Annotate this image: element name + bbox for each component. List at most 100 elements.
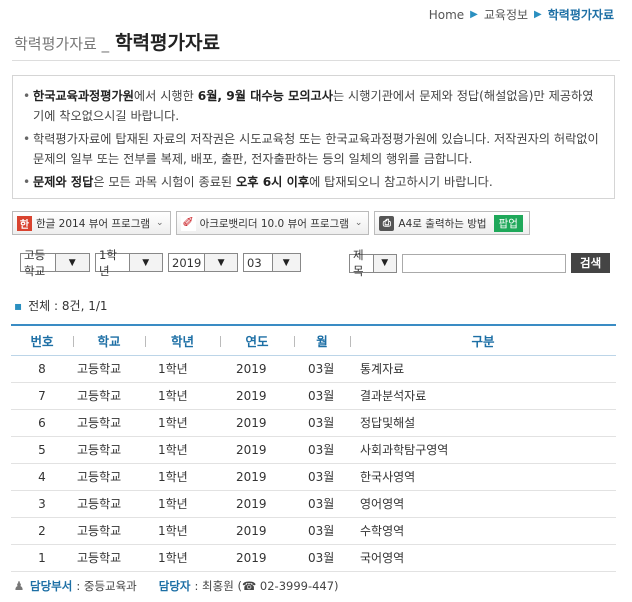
row-category-link[interactable]: 한국사영역 [350, 463, 616, 491]
pdf-viewer-button[interactable]: ✐ 아크로뱃리더 10.0 뷰어 프로그램 ⌄ [175, 211, 370, 235]
notice-item: 학력평가자료에 탑재된 자료의 저작권은 시도교육청 또는 한국교육과정평가원에… [23, 129, 602, 169]
chevron-down-icon: ⌄ [354, 218, 363, 228]
chevron-down-icon: ▼ [372, 254, 396, 272]
row-category-link[interactable]: 결과분석자료 [350, 382, 616, 410]
row-category-link[interactable]: 영어영역 [350, 490, 616, 518]
table-row[interactable]: 4 고등학교 1학년 2019 03월 한국사영역 [11, 463, 616, 491]
dept-value: : 중등교육과 [76, 579, 137, 593]
table-cell: 2019 [220, 409, 294, 437]
contact-info: ♟ 담당부서 : 중등교육과 담당자 : 최홍원 (☎ 02-3999-447) [12, 578, 339, 594]
chevron-down-icon: ▼ [128, 254, 162, 271]
row-category-link[interactable]: 수학영역 [350, 517, 616, 545]
table-cell: 고등학교 [73, 382, 145, 410]
table-cell: 03월 [294, 382, 350, 410]
column-header: 구분 [350, 324, 616, 356]
person-value: : 최홍원 (☎ 02-3999-447) [194, 579, 339, 593]
column-header: 학교 [73, 324, 145, 356]
table-row[interactable]: 3 고등학교 1학년 2019 03월 영어영역 [11, 490, 616, 518]
breadcrumb-level1[interactable]: 교육정보 [484, 6, 528, 23]
hwp-viewer-button[interactable]: 한 한글 2014 뷰어 프로그램 ⌄ [12, 211, 171, 235]
table-cell: 2019 [220, 490, 294, 518]
page-title-row: 학력평가자료 _ 학력평가자료 [14, 28, 220, 55]
hwp-icon: 한 [17, 215, 32, 231]
results-table: 번호 학교 학년 연도 월 구분 8 고등학교 1학년 2019 03월 통계자료 7 고등학… [11, 324, 616, 572]
person-icon: ♟ [13, 579, 25, 593]
table-cell: 2019 [220, 544, 294, 572]
table-row[interactable]: 8 고등학교 1학년 2019 03월 통계자료 [11, 355, 616, 383]
table-cell: 03월 [294, 463, 350, 491]
search-button[interactable]: 검색 [571, 253, 611, 273]
table-cell: 3 [11, 490, 73, 518]
table-cell: 1학년 [145, 544, 220, 572]
school-select[interactable]: 고등학교 ▼ [20, 248, 90, 278]
breadcrumb: Home ▶ 교육정보 ▶ 학력평가자료 [429, 6, 614, 23]
chevron-down-icon: ⌄ [156, 218, 164, 228]
column-header: 월 [294, 324, 350, 356]
search-field-select[interactable]: 제목 ▼ [349, 248, 397, 278]
table-cell: 1학년 [145, 409, 220, 437]
person-label: 담당자 [158, 579, 191, 593]
notice-box: 한국교육과정평가원에서 시행한 6월, 9월 대수능 모의고사는 시행기관에서 … [12, 75, 615, 199]
table-cell: 03월 [294, 409, 350, 437]
printer-icon: ⎙ [379, 215, 395, 231]
row-category-link[interactable]: 국어영역 [350, 544, 616, 572]
row-category-link[interactable]: 사회과학탐구영역 [350, 436, 616, 464]
chevron-right-icon: ▶ [470, 9, 478, 20]
table-row[interactable]: 6 고등학교 1학년 2019 03월 정답및해설 [11, 409, 616, 437]
table-cell: 고등학교 [73, 517, 145, 545]
year-select[interactable]: 2019 ▼ [168, 253, 238, 272]
filter-bar: 고등학교 ▼ 1학년 ▼ 2019 ▼ 03 ▼ [20, 248, 306, 278]
table-cell: 03월 [294, 490, 350, 518]
table-cell: 1학년 [145, 517, 220, 545]
table-cell: 1학년 [145, 382, 220, 410]
table-cell: 2019 [220, 355, 294, 383]
table-row[interactable]: 5 고등학교 1학년 2019 03월 사회과학탐구영역 [11, 436, 616, 464]
table-cell: 고등학교 [73, 490, 145, 518]
search-input[interactable] [402, 253, 566, 273]
table-cell: 7 [11, 382, 73, 410]
table-cell: 2019 [220, 436, 294, 464]
table-row[interactable]: 2 고등학교 1학년 2019 03월 수학영역 [11, 517, 616, 545]
popup-badge: 팝업 [493, 214, 523, 232]
table-cell: 고등학교 [73, 463, 145, 491]
row-category-link[interactable]: 정답및해설 [350, 409, 616, 437]
table-cell: 03월 [294, 436, 350, 464]
table-cell: 03월 [294, 544, 350, 572]
notice-item: 문제와 정답은 모든 과목 시험이 종료된 오후 6시 이후에 탑재되오니 참고… [23, 172, 602, 192]
table-cell: 1학년 [145, 463, 220, 491]
table-cell: 1학년 [145, 436, 220, 464]
column-header: 연도 [220, 324, 294, 356]
row-category-link[interactable]: 통계자료 [350, 355, 616, 383]
title-divider [12, 60, 620, 61]
table-row[interactable]: 1 고등학교 1학년 2019 03월 국어영역 [11, 544, 616, 572]
result-count: ▪ 전체 : 8건, 1/1 [14, 299, 108, 313]
table-row[interactable]: 7 고등학교 1학년 2019 03월 결과분석자료 [11, 382, 616, 410]
page-title: 학력평가자료 [115, 32, 220, 54]
notice-item: 한국교육과정평가원에서 시행한 6월, 9월 대수능 모의고사는 시행기관에서 … [23, 86, 602, 126]
table-cell: 2019 [220, 517, 294, 545]
table-cell: 고등학교 [73, 355, 145, 383]
grade-select[interactable]: 1학년 ▼ [95, 248, 163, 278]
column-header: 학년 [145, 324, 220, 356]
table-cell: 1학년 [145, 355, 220, 383]
chevron-down-icon: ▼ [54, 254, 89, 271]
table-cell: 2019 [220, 382, 294, 410]
table-cell: 03월 [294, 517, 350, 545]
breadcrumb-current: 학력평가자료 [547, 8, 614, 22]
table-cell: 6 [11, 409, 73, 437]
table-cell: 1학년 [145, 490, 220, 518]
chevron-down-icon: ▼ [204, 254, 237, 271]
table-cell: 2 [11, 517, 73, 545]
table-cell: 고등학교 [73, 409, 145, 437]
table-cell: 1 [11, 544, 73, 572]
table-cell: 고등학교 [73, 544, 145, 572]
viewer-toolbar: 한 한글 2014 뷰어 프로그램 ⌄ ✐ 아크로뱃리더 10.0 뷰어 프로그… [12, 211, 530, 235]
table-cell: 5 [11, 436, 73, 464]
breadcrumb-home[interactable]: Home [429, 8, 464, 22]
print-guide-button[interactable]: ⎙ A4로 출력하는 방법 팝업 [374, 211, 530, 235]
pdf-icon: ✐ [180, 215, 196, 231]
month-select[interactable]: 03 ▼ [243, 253, 301, 272]
table-cell: 4 [11, 463, 73, 491]
table-cell: 8 [11, 355, 73, 383]
column-header: 번호 [11, 324, 73, 356]
